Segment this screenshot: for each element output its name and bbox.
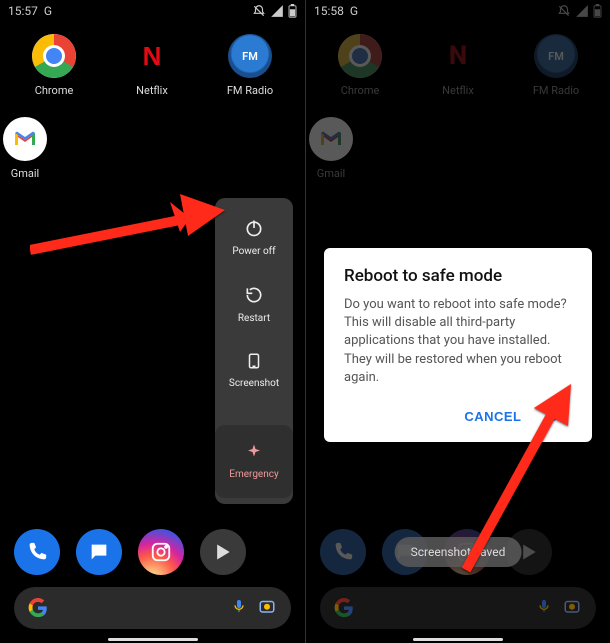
lens-icon[interactable] [257,597,277,619]
lens-icon[interactable] [562,597,582,619]
app-chrome[interactable]: Chrome [10,34,98,97]
fmradio-icon: FM [228,34,272,78]
google-g-icon [334,598,354,618]
emergency-label: Emergency [229,469,278,480]
screenshot-icon [245,352,263,370]
power-menu: Power off Restart Screenshot Emergency [215,198,293,504]
annotation-arrow-poweroff [30,190,230,270]
phone-icon [332,541,354,563]
dialog-body: Do you want to reboot into safe mode? Th… [344,296,572,387]
screenshot-toast[interactable]: Screenshot saved [395,537,522,567]
play-icon [213,542,233,562]
dialog-title: Reboot to safe mode [344,266,572,286]
restart-label: Restart [238,313,270,324]
google-g-icon [28,598,48,618]
restart-icon [244,285,264,305]
emergency-button[interactable]: Emergency [215,425,293,498]
app-fmradio[interactable]: FM FM Radio [206,34,294,97]
status-time: 15:57 [8,4,38,18]
safe-mode-dialog: Reboot to safe mode Do you want to reboo… [324,248,592,442]
chrome-icon [32,34,76,78]
screenshot-button[interactable]: Screenshot [215,338,293,403]
messages-icon [88,541,110,563]
app-label: FM Radio [227,84,273,97]
nav-handle[interactable] [108,638,198,641]
emergency-icon [245,443,263,461]
mic-icon[interactable] [536,596,552,620]
mic-icon[interactable] [231,596,247,620]
ok-button[interactable]: OK [544,401,573,432]
restart-button[interactable]: Restart [215,271,293,338]
status-bar: 15:57 G [0,0,305,22]
app-label: Chrome [35,84,74,97]
instagram-icon [150,541,172,563]
google-search-bar[interactable] [14,587,291,629]
battery-icon [288,4,297,18]
app-netflix[interactable]: N Netflix [108,34,196,97]
google-indicator: G [44,4,52,18]
app-label: Gmail [11,167,39,180]
google-search-bar[interactable] [320,587,596,629]
power-icon [244,218,264,238]
dock [0,529,305,575]
dnd-icon [252,4,266,18]
nav-handle[interactable] [413,638,503,641]
dock-messages-app[interactable] [76,529,122,575]
dock-play-app[interactable] [200,529,246,575]
power-off-button[interactable]: Power off [215,204,293,271]
dock-phone-app[interactable] [320,529,366,575]
app-grid-row-2: Gmail [0,105,305,180]
signal-icon [270,4,284,18]
app-grid-row-1: Chrome N Netflix FM FM Radio [0,22,305,97]
cancel-button[interactable]: CANCEL [460,401,525,432]
play-icon [519,542,539,562]
screenshot-label: Screenshot [229,378,279,389]
dock-instagram-app[interactable] [138,529,184,575]
power-off-label: Power off [232,246,275,257]
dock-phone-app[interactable] [14,529,60,575]
right-phone-screen: 15:58 G Chrome N Netflix FM FM Radio [305,0,610,643]
gmail-icon [3,117,47,161]
phone-icon [26,541,48,563]
left-phone-screen: 15:57 G Chrome N Netflix [0,0,305,643]
app-gmail[interactable]: Gmail [0,117,54,180]
netflix-icon: N [130,34,174,78]
app-label: Netflix [136,84,168,97]
